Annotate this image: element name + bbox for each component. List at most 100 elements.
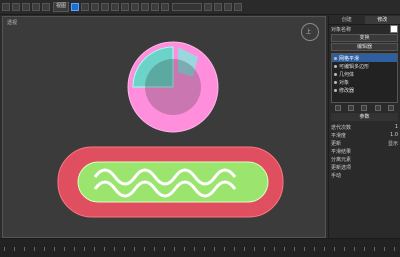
mirror-icon[interactable] [151,3,159,11]
timeline-tick [274,247,275,251]
timeline-tick [314,247,315,251]
timeline-tick [64,247,65,251]
bullet-icon [334,73,337,76]
search-input[interactable] [172,3,202,11]
timeline-tick [234,247,235,251]
modifier-item[interactable]: 网格平滑 [332,54,397,62]
bind-icon[interactable] [42,3,50,11]
timeline-tick [154,247,155,251]
timeline-tick [344,247,345,251]
timeline-tick [124,247,125,251]
timeline-ruler [0,241,400,253]
timeline-tick [354,247,355,251]
unique-icon[interactable] [361,105,367,111]
update-label: 更新 [331,140,341,147]
angle-snap-icon[interactable] [131,3,139,11]
redo-icon[interactable] [12,3,20,11]
modifier-item[interactable]: 修改器 [332,86,397,94]
bullet-icon [334,89,337,92]
modifier-item[interactable]: 几何体 [332,70,397,78]
timeline-tick [364,247,365,251]
sphere-model [128,42,218,132]
timeline-tick [254,247,255,251]
timeline-tick [114,247,115,251]
smoothness-row: 平滑度 1.0 [329,131,400,139]
bullet-icon [334,65,337,68]
editor-button[interactable]: 编辑器 [331,43,398,51]
timeline-tick [44,247,45,251]
update-value[interactable]: 显示 [388,140,398,147]
timeline-tick [144,247,145,251]
command-tabs: 创建 修改 [329,16,400,25]
perspective-viewport[interactable]: 透视 上 [2,16,326,238]
tab-modify[interactable]: 修改 [365,16,400,24]
main-toolbar: 视图 [0,0,400,15]
view-select[interactable]: 视图 [53,2,69,12]
select-region-icon[interactable] [81,3,89,11]
unlink-icon[interactable] [32,3,40,11]
timeline-tick [84,247,85,251]
transform-button[interactable]: 变换 [331,34,398,42]
bullet-icon [334,57,337,60]
align-icon[interactable] [161,3,169,11]
timeline-tick [134,247,135,251]
material-editor-icon[interactable] [204,3,212,11]
configure-icon[interactable] [388,105,394,111]
render-icon[interactable] [234,3,242,11]
timeline-tick [74,247,75,251]
timeline-tick [224,247,225,251]
iterations-value[interactable]: 1 [395,124,398,130]
capsule-model [58,147,283,217]
timeline-tick [374,247,375,251]
scale-icon[interactable] [111,3,119,11]
timeline-tick [194,247,195,251]
pin-icon[interactable] [335,105,341,111]
smoothness-value[interactable]: 1.0 [390,132,398,138]
move-icon[interactable] [91,3,99,11]
timeline-tick [244,247,245,251]
timeline-tick [264,247,265,251]
timeline-tick [394,247,395,251]
iterations-row: 迭代次数 1 [329,123,400,131]
timeline-tick [204,247,205,251]
delete-icon[interactable] [375,105,381,111]
timeline-tick [4,247,5,251]
timeline[interactable] [0,238,400,257]
undo-icon[interactable] [2,3,10,11]
timeline-tick [294,247,295,251]
object-color-swatch[interactable] [390,25,398,33]
modifier-stack[interactable]: 网格平滑 可编辑多边形 几何体 对象 修改器 [331,53,398,103]
render-setup-icon[interactable] [214,3,222,11]
stack-tools [331,105,398,111]
timeline-tick [104,247,105,251]
link-icon[interactable] [22,3,30,11]
rotate-icon[interactable] [101,3,109,11]
timeline-tick [14,247,15,251]
tab-create[interactable]: 创建 [329,16,365,24]
snap-icon[interactable] [121,3,129,11]
modifier-item[interactable]: 可编辑多边形 [332,62,397,70]
timeline-tick [284,247,285,251]
object-name-label: 对象名称 [331,26,351,33]
percent-snap-icon[interactable] [141,3,149,11]
update-options-label: 更新选项 [331,164,398,171]
timeline-tick [334,247,335,251]
show-end-result-icon[interactable] [348,105,354,111]
separate-elements-label: 分离元素 [331,156,398,163]
bullet-icon [334,81,337,84]
timeline-tick [324,247,325,251]
update-row: 更新 显示 [329,139,400,147]
timeline-tick [34,247,35,251]
command-panel: 创建 修改 对象名称 变换 编辑器 网格平滑 可编辑多边形 几何体 对象 修改器… [328,16,400,238]
timeline-tick [54,247,55,251]
timeline-tick [94,247,95,251]
timeline-tick [174,247,175,251]
viewport-scene [3,17,327,239]
select-object-icon[interactable] [71,3,79,11]
timeline-tick [184,247,185,251]
timeline-tick [24,247,25,251]
parameters-title: 参数 [331,113,398,121]
smooth-result-label: 平滑结果 [331,148,398,155]
render-frame-icon[interactable] [224,3,232,11]
modifier-item[interactable]: 对象 [332,78,397,86]
